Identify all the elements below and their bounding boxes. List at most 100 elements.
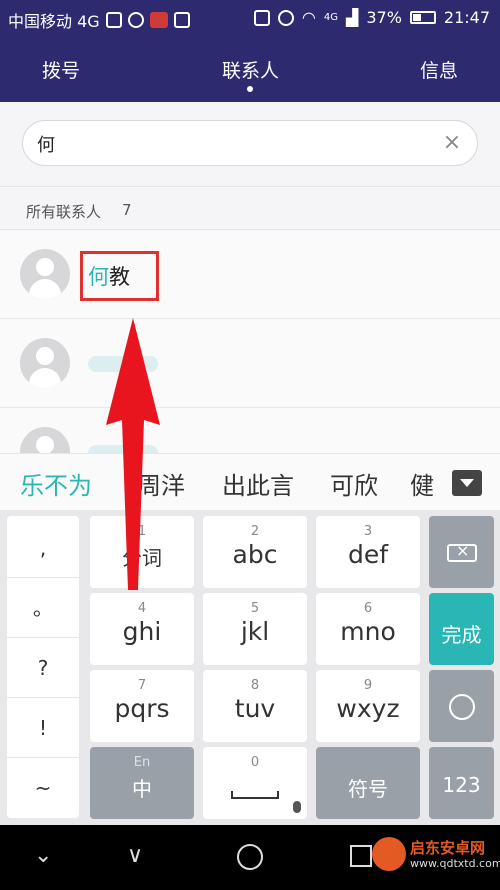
key-6[interactable]: 6 mno — [316, 593, 420, 665]
battery-icon — [409, 11, 436, 24]
home-icon[interactable] — [237, 844, 263, 870]
avatar — [20, 427, 70, 453]
battery-percent: 37% — [366, 8, 402, 27]
key-5[interactable]: 5 jkl — [203, 593, 307, 665]
key-2[interactable]: 2 abc — [203, 516, 307, 588]
key-label: 123 — [442, 773, 481, 797]
alarm-icon — [277, 9, 294, 26]
carrier-text: 中国移动 4G — [8, 12, 100, 31]
key-number: 1 — [137, 524, 147, 539]
key-label: 符号 — [348, 777, 388, 801]
microphone-icon — [293, 801, 301, 813]
key-label: abc — [232, 540, 278, 569]
symbol-key[interactable]: 。 — [7, 578, 79, 638]
key-label: tuv — [234, 694, 276, 723]
system-navigation-bar: ⌄ ∨ 启东安卓网 www.qdtxtd.com — [0, 825, 500, 890]
search-area: × — [0, 102, 500, 185]
key-number: 0 — [250, 755, 260, 770]
watermark-logo-icon — [372, 837, 406, 871]
key-3[interactable]: 3 def — [316, 516, 420, 588]
tab-contacts[interactable]: 联系人 — [222, 56, 279, 83]
backspace-key[interactable] — [429, 516, 494, 588]
candidate-word[interactable]: 乐不为 — [20, 466, 92, 501]
candidate-bar: 乐不为 周洋 出此言 可欣 健 — [0, 453, 500, 510]
section-label: 所有联系人 — [26, 203, 102, 221]
candidate-word[interactable]: 可欣 — [330, 466, 378, 501]
key-number: En — [133, 755, 151, 770]
search-input[interactable] — [37, 131, 417, 157]
done-key[interactable]: 完成 — [429, 593, 494, 665]
clear-icon[interactable]: × — [441, 132, 463, 154]
symbol-key[interactable]: ? — [7, 638, 79, 698]
symbols-key[interactable]: 符号 — [316, 747, 420, 819]
vibrate-icon — [253, 9, 270, 26]
smiley-icon — [449, 694, 475, 720]
status-bar: 中国移动 4G ◠ 4G ▟ 37% 21:47 — [0, 0, 500, 36]
key-1[interactable]: 1 分词 — [90, 516, 194, 588]
key-number: 6 — [363, 601, 373, 616]
candidate-word[interactable]: 周洋 — [137, 466, 185, 501]
contact-count: 7 — [122, 201, 132, 219]
symbol-key[interactable]: , — [7, 518, 79, 578]
image-notification-icon — [105, 12, 122, 28]
clock-time: 21:47 — [443, 8, 490, 27]
top-bar: 中国移动 4G ◠ 4G ▟ 37% 21:47 拨号 联系人 信息 — [0, 0, 500, 102]
symbol-key[interactable]: ~ — [7, 758, 79, 818]
tab-messages[interactable]: 信息 — [420, 56, 458, 83]
emoji-key[interactable] — [429, 670, 494, 742]
key-label: ghi — [122, 617, 162, 646]
key-number: 3 — [363, 524, 373, 539]
key-number: 7 — [137, 678, 147, 693]
key-label: jkl — [240, 617, 270, 646]
candidate-word[interactable]: 健 — [410, 466, 434, 501]
back-icon[interactable]: ∨ — [127, 843, 143, 868]
search-box[interactable]: × — [22, 120, 478, 166]
blurred-name — [88, 356, 158, 372]
contact-row[interactable]: 何教 — [0, 231, 500, 319]
candidate-word[interactable]: 出此言 — [222, 466, 294, 501]
key-number: 2 — [250, 524, 260, 539]
active-tab-indicator — [247, 86, 253, 92]
section-header: 所有联系人 7 — [0, 186, 500, 230]
contact-list: 何教 — [0, 231, 500, 453]
top-nav: 拨号 联系人 信息 — [0, 46, 500, 92]
avatar — [20, 338, 70, 388]
blurred-name — [88, 445, 158, 453]
key-label: 中 — [132, 777, 152, 801]
key-label: def — [347, 540, 389, 569]
symbol-key[interactable]: ! — [7, 698, 79, 758]
recents-icon[interactable] — [350, 845, 372, 867]
key-label: mno — [340, 617, 396, 646]
numbers-key[interactable]: 123 — [429, 747, 494, 819]
space-icon — [231, 791, 279, 799]
key-number: 9 — [363, 678, 373, 693]
symbol-column: , 。 ? ! ~ — [7, 516, 79, 818]
watermark-name: 启东安卓网 — [410, 839, 486, 857]
cloud-icon — [127, 12, 144, 28]
signal-icon: ▟ — [346, 8, 359, 27]
tab-dialer[interactable]: 拨号 — [42, 56, 80, 83]
key-9[interactable]: 9 wxyz — [316, 670, 420, 742]
avatar — [20, 249, 70, 299]
expand-candidates-icon[interactable] — [452, 470, 482, 496]
watermark-url: www.qdtxtd.com — [410, 857, 500, 870]
key-label: pqrs — [114, 694, 170, 723]
keyboard: , 。 ? ! ~ 1 分词 2abc 3def 4ghi 5jkl 6mno 完… — [0, 510, 500, 825]
key-label: wxyz — [336, 694, 400, 723]
screen: 中国移动 4G ◠ 4G ▟ 37% 21:47 拨号 联系人 信息 何 × 所… — [0, 0, 500, 890]
key-number: 4 — [137, 601, 147, 616]
hide-keyboard-icon[interactable]: ⌄ — [34, 843, 52, 868]
contact-row[interactable] — [0, 320, 500, 408]
backspace-icon — [447, 541, 477, 562]
app-notification-icon — [149, 12, 168, 28]
watermark: 启东安卓网 www.qdtxtd.com — [372, 835, 500, 883]
key-number: 8 — [250, 678, 260, 693]
contact-row[interactable] — [0, 409, 500, 453]
key-number: 5 — [250, 601, 260, 616]
language-key[interactable]: En 中 — [90, 747, 194, 819]
key-8[interactable]: 8 tuv — [203, 670, 307, 742]
space-key[interactable]: 0 — [203, 747, 307, 819]
signal-label: 4G — [323, 12, 339, 23]
key-4[interactable]: 4 ghi — [90, 593, 194, 665]
key-7[interactable]: 7 pqrs — [90, 670, 194, 742]
